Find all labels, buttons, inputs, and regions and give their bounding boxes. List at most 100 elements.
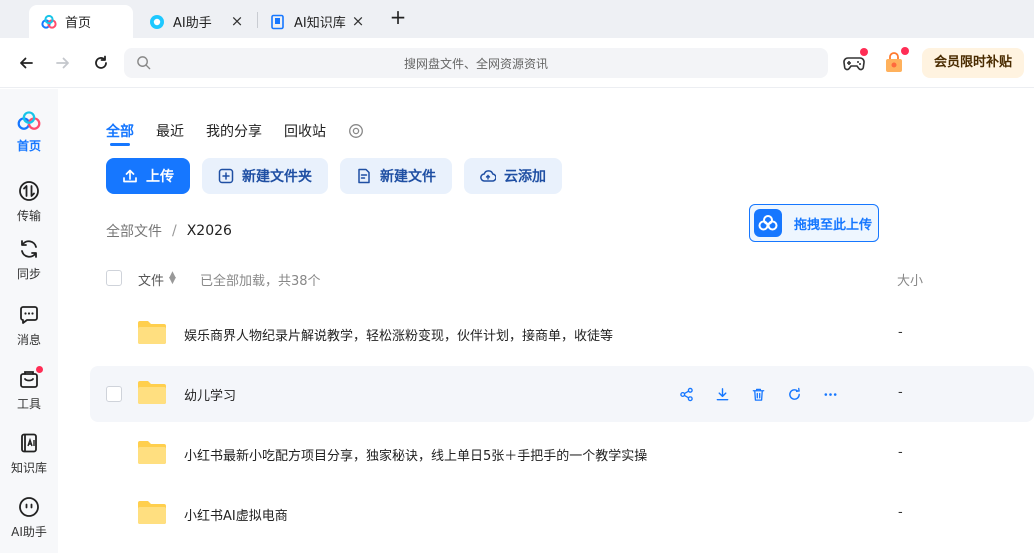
- new-file-label: 新建文件: [380, 169, 436, 185]
- file-name[interactable]: 小红书最新小吃配方项目分享，独家秘诀，线上单日5张＋手把手的一个教学实操: [184, 445, 647, 464]
- ai-assistant-icon: [149, 14, 165, 30]
- gift-bag-icon: [886, 52, 902, 72]
- folder-icon: [138, 501, 166, 524]
- tab-recent[interactable]: 最近: [156, 121, 184, 141]
- delete-icon[interactable]: [749, 385, 767, 403]
- upload-label: 上传: [146, 169, 174, 185]
- file-size: -: [898, 445, 903, 460]
- cloud-add-button[interactable]: 云添加: [464, 158, 562, 194]
- file-row[interactable]: 娱乐商界人物纪录片解说教学，轻松涨粉变现，伙伴计划，接商单，收徒等 -: [90, 306, 1034, 362]
- main-content: 全部 最近 我的分享 回收站 上传 新建文件夹 新建文件 云添加 全部文件 / …: [58, 89, 1034, 553]
- file-list-header: 文件 ▲ ▼ 已全部加载，共38个 大小: [106, 267, 1034, 291]
- tab-recycle-bin[interactable]: 回收站: [284, 121, 326, 141]
- sidebar-item-message[interactable]: 消息: [0, 303, 58, 357]
- browser-tab-strip: 首页 AI助手 × AI知识库 × +: [0, 0, 1034, 38]
- browser-toolbar: 搜网盘文件、全网资源资讯 会员限时补贴: [0, 38, 1034, 88]
- sidebar-item-label: 同步: [16, 267, 41, 281]
- sidebar-item-ai-assistant[interactable]: AI助手: [0, 495, 58, 549]
- sidebar-item-label: 消息: [16, 333, 41, 347]
- drag-upload-label: 拖拽至此上传: [794, 217, 873, 233]
- tab-label: AI知识库: [294, 16, 346, 31]
- sync-icon: [17, 237, 41, 261]
- sidebar-item-tools[interactable]: 工具: [0, 366, 58, 421]
- file-row[interactable]: 小红书AI虚拟电商 -: [90, 486, 1034, 542]
- knowledge-base-icon: [270, 14, 286, 30]
- more-icon[interactable]: [821, 385, 839, 403]
- file-row[interactable]: 幼儿学习 -: [90, 366, 1034, 422]
- file-size: -: [898, 505, 903, 520]
- select-all-checkbox[interactable]: [106, 270, 122, 286]
- knowledge-base-icon: [17, 431, 41, 455]
- baidu-netdisk-logo-icon: [41, 14, 57, 30]
- home-cloud-icon: [17, 109, 41, 133]
- new-folder-button[interactable]: 新建文件夹: [202, 158, 328, 194]
- close-icon[interactable]: ×: [229, 13, 245, 29]
- sidebar: 首页 传输 同步 消息 工具 知识库 AI助手: [0, 89, 58, 553]
- refresh-button[interactable]: [90, 52, 112, 74]
- arrow-right-icon: [56, 57, 69, 69]
- sidebar-item-label: 传输: [16, 209, 41, 223]
- folder-icon: [138, 441, 166, 464]
- new-file-button[interactable]: 新建文件: [340, 158, 452, 194]
- notification-dot: [901, 47, 909, 55]
- sidebar-item-sync[interactable]: 同步: [0, 237, 58, 291]
- folder-icon: [138, 381, 166, 404]
- file-size: -: [898, 325, 903, 340]
- ai-assistant-icon: [17, 495, 41, 519]
- search-input[interactable]: 搜网盘文件、全网资源资讯: [124, 48, 828, 78]
- column-name[interactable]: 文件: [138, 270, 164, 289]
- row-checkbox[interactable]: [106, 386, 122, 402]
- breadcrumb-separator: /: [172, 223, 177, 239]
- gamepad-icon: [843, 57, 865, 71]
- file-name[interactable]: 幼儿学习: [184, 385, 236, 404]
- tab-ai-knowledge[interactable]: AI知识库 ×: [258, 5, 374, 38]
- member-promo-button[interactable]: 会员限时补贴: [922, 48, 1024, 78]
- tab-label: AI助手: [173, 16, 212, 31]
- sidebar-item-label: 工具: [16, 397, 41, 411]
- sidebar-item-knowledge[interactable]: 知识库: [0, 431, 58, 485]
- close-icon[interactable]: ×: [350, 13, 366, 29]
- folder-icon: [138, 321, 166, 344]
- message-icon: [17, 303, 41, 327]
- upload-icon: [122, 168, 138, 184]
- action-toolbar: 上传 新建文件夹 新建文件 云添加: [106, 158, 574, 194]
- file-name[interactable]: 小红书AI虚拟电商: [184, 505, 288, 524]
- back-button[interactable]: [15, 52, 37, 74]
- file-size: -: [898, 385, 903, 400]
- sort-icon[interactable]: ▲ ▼: [169, 271, 176, 286]
- sidebar-item-label: AI助手: [11, 525, 47, 539]
- column-size[interactable]: 大小: [897, 270, 923, 289]
- transfer-icon: [17, 179, 41, 203]
- new-folder-label: 新建文件夹: [242, 169, 312, 185]
- forward-button[interactable]: [52, 52, 74, 74]
- tab-my-shares[interactable]: 我的分享: [206, 121, 262, 141]
- file-name[interactable]: 娱乐商界人物纪录片解说教学，轻松涨粉变现，伙伴计划，接商单，收徒等: [184, 325, 613, 344]
- new-file-icon: [356, 168, 372, 184]
- download-icon[interactable]: [713, 385, 731, 403]
- file-row[interactable]: 小红书最新小吃配方项目分享，独家秘诀，线上单日5张＋手把手的一个教学实操 -: [90, 426, 1034, 482]
- tab-all[interactable]: 全部: [106, 121, 134, 146]
- sidebar-item-home[interactable]: 首页: [0, 109, 58, 163]
- sidebar-item-label: 知识库: [10, 461, 47, 475]
- sidebar-item-transfer[interactable]: 传输: [0, 179, 58, 233]
- upload-button[interactable]: 上传: [106, 158, 190, 194]
- share-icon[interactable]: [677, 385, 695, 403]
- breadcrumb-root[interactable]: 全部文件: [106, 221, 162, 241]
- cloud-add-icon: [480, 168, 496, 184]
- drag-upload-button[interactable]: 拖拽至此上传: [749, 204, 879, 242]
- new-folder-icon: [218, 168, 234, 184]
- breadcrumb-current: X2026: [186, 223, 232, 239]
- row-actions: [677, 385, 857, 403]
- new-tab-button[interactable]: +: [388, 7, 408, 28]
- settings-icon[interactable]: [348, 123, 364, 139]
- ai-refresh-icon[interactable]: [785, 385, 803, 403]
- arrow-left-icon: [20, 57, 33, 69]
- game-button[interactable]: [841, 48, 868, 76]
- tab-ai-assistant[interactable]: AI助手 ×: [137, 5, 253, 38]
- gift-bag-button[interactable]: [881, 47, 909, 76]
- tab-home[interactable]: 首页: [29, 5, 133, 38]
- cloud-add-label: 云添加: [504, 169, 546, 185]
- cloud-logo-icon: [754, 209, 782, 237]
- sidebar-item-label: 首页: [16, 139, 41, 153]
- search-placeholder: 搜网盘文件、全网资源资讯: [403, 57, 548, 71]
